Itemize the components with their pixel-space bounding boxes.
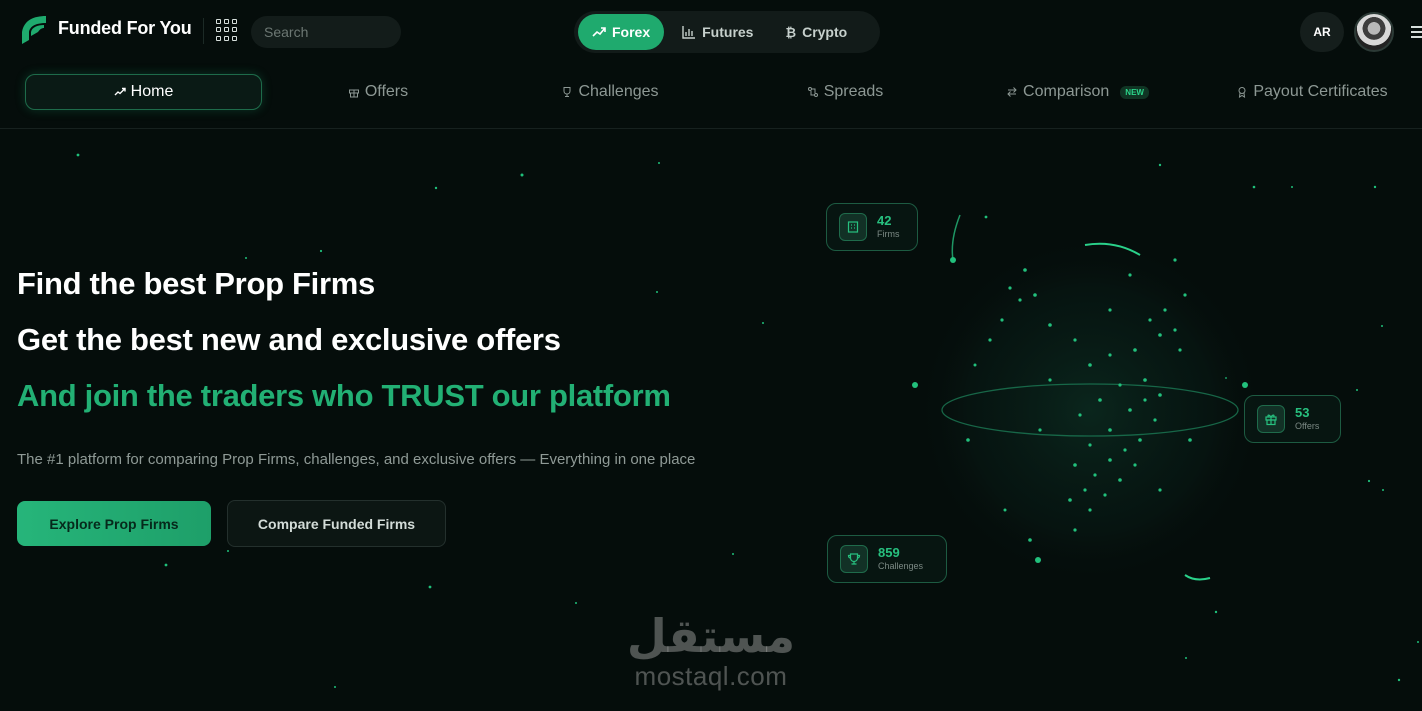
user-avatar[interactable]	[1354, 12, 1394, 52]
market-tab-label: Futures	[702, 24, 754, 40]
market-tab-label: Crypto	[802, 24, 848, 40]
brand-logo-icon	[22, 16, 46, 44]
watermark-latin: mostaql.com	[634, 661, 788, 691]
nav-item-label: Challenges	[578, 83, 659, 100]
nav-item-comparison[interactable]: Comparison NEW	[995, 74, 1160, 110]
nav-item-challenges[interactable]: Challenges	[535, 74, 685, 110]
menu-icon[interactable]	[1411, 26, 1422, 41]
stat-card-firms: 42 Firms	[826, 203, 918, 251]
building-icon	[839, 213, 867, 241]
header-divider	[203, 18, 204, 44]
award-icon	[1238, 87, 1246, 98]
trend-up-icon	[592, 27, 606, 37]
gift-icon	[348, 89, 359, 98]
bar-chart-icon	[682, 26, 696, 39]
language-toggle[interactable]: AR	[1300, 12, 1344, 52]
search-input[interactable]	[251, 16, 401, 48]
stat-label: Offers	[1295, 421, 1320, 431]
market-tab-label: Forex	[612, 24, 651, 40]
nav-item-home[interactable]: Home	[25, 74, 262, 110]
compare-icon	[1007, 87, 1017, 97]
nav-item-payout-certificates[interactable]: Payout Certificates	[1218, 74, 1406, 110]
trophy-icon	[563, 87, 571, 97]
nav-item-offers[interactable]: Offers	[303, 74, 453, 110]
stat-card-offers: 53 Offers	[1244, 395, 1341, 443]
main-nav: Home Offers Challenges Spreads Compariso…	[0, 64, 1422, 129]
hero-subtext: The #1 platform for comparing Prop Firms…	[17, 451, 696, 468]
brand-logo[interactable]: Funded For You	[16, 10, 192, 46]
market-tab-crypto[interactable]: ₿ Crypto	[771, 14, 861, 50]
explore-prop-firms-button[interactable]: Explore Prop Firms	[17, 501, 211, 546]
stat-value: 859	[878, 545, 900, 560]
brand-name: Funded For You	[58, 17, 192, 38]
stat-value: 53	[1295, 405, 1310, 420]
nav-item-label: Spreads	[823, 83, 884, 100]
apps-grid-icon[interactable]	[216, 19, 238, 41]
market-tab-futures[interactable]: Futures	[668, 14, 767, 50]
trophy-icon	[840, 545, 868, 573]
hero-heading-line-2: Get the best new and exclusive offers	[17, 322, 561, 357]
trend-up-icon	[114, 87, 126, 96]
nav-item-label: Comparison	[1023, 83, 1110, 100]
market-tab-forex[interactable]: Forex	[578, 14, 665, 50]
watermark: مستقل mostaql.com	[623, 610, 799, 690]
stat-label: Challenges	[878, 561, 924, 571]
bitcoin-icon: ₿	[785, 24, 797, 40]
compare-funded-firms-button[interactable]: Compare Funded Firms	[227, 500, 446, 547]
nav-item-label: Offers	[364, 83, 409, 100]
watermark-arabic: مستقل	[626, 610, 796, 662]
new-badge: NEW	[1120, 85, 1149, 99]
market-switcher: Forex Futures ₿ Crypto	[574, 11, 880, 53]
stat-value: 42	[877, 213, 892, 228]
gift-icon	[1257, 405, 1285, 433]
nav-item-label: Home	[130, 83, 174, 100]
nav-item-label: Payout Certificates	[1253, 83, 1388, 100]
swap-icon	[807, 87, 818, 97]
nav-item-spreads[interactable]: Spreads	[770, 74, 920, 110]
stat-label: Firms	[877, 229, 900, 239]
stat-card-challenges: 859 Challenges	[827, 535, 947, 583]
top-bar: Funded For You Forex Futures ₿ Crypto AR	[0, 0, 1422, 64]
hero-heading-line-3: And join the traders who TRUST our platf…	[17, 378, 671, 413]
hero-heading-line-1: Find the best Prop Firms	[17, 266, 375, 301]
